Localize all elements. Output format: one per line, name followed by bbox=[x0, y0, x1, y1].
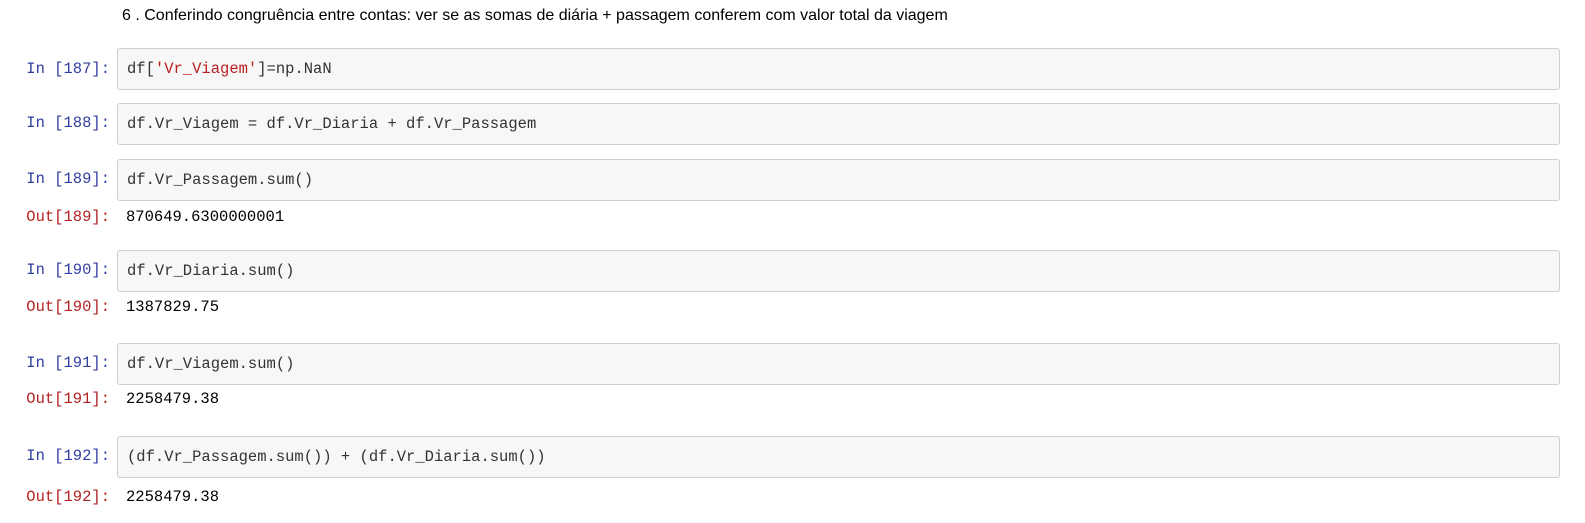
cell-output: 1387829.75 bbox=[126, 298, 220, 316]
in-prompt: In [188]: bbox=[26, 114, 110, 132]
out-prompt: Out[189]: bbox=[26, 208, 110, 226]
cell-output: 2258479.38 bbox=[126, 488, 220, 506]
code-cell[interactable]: df['Vr_Viagem']=np.NaN bbox=[117, 48, 1560, 90]
out-prompt: Out[192]: bbox=[26, 488, 110, 506]
code-cell[interactable]: df.Vr_Viagem = df.Vr_Diaria + df.Vr_Pass… bbox=[117, 103, 1560, 145]
in-prompt: In [190]: bbox=[26, 261, 110, 279]
code-input[interactable]: df.Vr_Diaria.sum() bbox=[127, 262, 294, 280]
code-input[interactable]: df['Vr_Viagem']=np.NaN bbox=[127, 60, 332, 78]
code-cell[interactable]: df.Vr_Viagem.sum() bbox=[117, 343, 1560, 385]
code-input[interactable]: (df.Vr_Passagem.sum()) + (df.Vr_Diaria.s… bbox=[127, 448, 546, 466]
in-prompt: In [187]: bbox=[26, 60, 110, 78]
code-text: ]=np.NaN bbox=[257, 60, 332, 78]
out-prompt: Out[191]: bbox=[26, 390, 110, 408]
code-cell[interactable]: (df.Vr_Passagem.sum()) + (df.Vr_Diaria.s… bbox=[117, 436, 1560, 478]
code-cell[interactable]: df.Vr_Diaria.sum() bbox=[117, 250, 1560, 292]
in-prompt: In [192]: bbox=[26, 447, 110, 465]
code-input[interactable]: df.Vr_Passagem.sum() bbox=[127, 171, 313, 189]
code-cell[interactable]: df.Vr_Passagem.sum() bbox=[117, 159, 1560, 201]
out-prompt: Out[190]: bbox=[26, 298, 110, 316]
in-prompt: In [191]: bbox=[26, 354, 110, 372]
code-string: 'Vr_Viagem' bbox=[154, 60, 258, 78]
markdown-heading: 6 . Conferindo congruência entre contas:… bbox=[122, 7, 948, 24]
code-text: df[ bbox=[127, 60, 155, 78]
cell-output: 2258479.38 bbox=[126, 390, 220, 408]
code-input[interactable]: df.Vr_Viagem.sum() bbox=[127, 355, 294, 373]
in-prompt: In [189]: bbox=[26, 170, 110, 188]
cell-output: 870649.6300000001 bbox=[126, 208, 285, 226]
code-input[interactable]: df.Vr_Viagem = df.Vr_Diaria + df.Vr_Pass… bbox=[127, 115, 536, 133]
